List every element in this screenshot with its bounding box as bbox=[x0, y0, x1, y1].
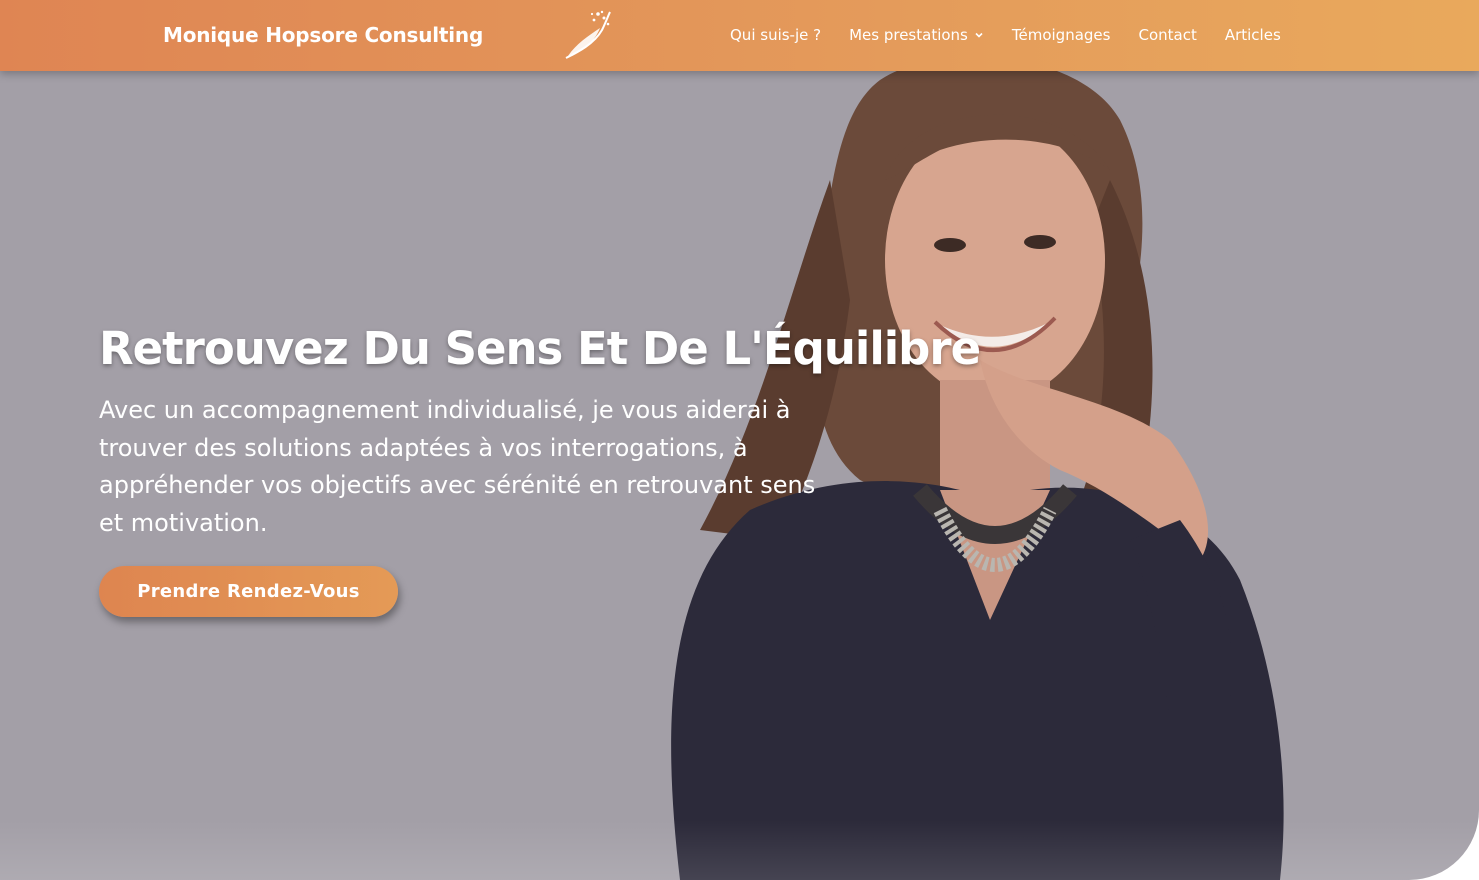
nav-item-qui-suis-je[interactable]: Qui suis-je ? bbox=[730, 26, 821, 44]
nav-item-articles[interactable]: Articles bbox=[1225, 26, 1281, 44]
nav-item-mes-prestations[interactable]: Mes prestations bbox=[849, 26, 984, 44]
hero-text: Avec un accompagnement individualisé, je… bbox=[99, 396, 816, 537]
nav-item-label: Témoignages bbox=[1011, 26, 1111, 44]
nav-item-label: Contact bbox=[1138, 26, 1197, 44]
feather-icon[interactable] bbox=[558, 8, 618, 62]
nav-item-label: Mes prestations bbox=[849, 26, 968, 44]
brand-link[interactable]: Monique Hopsore Consulting bbox=[163, 23, 483, 47]
page: Monique Hopsore Consulting Qui suis-je ?… bbox=[0, 0, 1479, 880]
nav-item-temoignages[interactable]: Témoignages bbox=[1012, 26, 1111, 44]
nav-item-label: Articles bbox=[1224, 26, 1281, 44]
hero-bottom-fade bbox=[0, 820, 1479, 880]
nav-item-contact[interactable]: Contact bbox=[1138, 26, 1196, 44]
site-header: Monique Hopsore Consulting Qui suis-je ?… bbox=[0, 0, 1479, 71]
hero-title: Retrouvez Du Sens Et De L'Équilibre bbox=[99, 322, 981, 375]
book-appointment-button[interactable]: Prendre Rendez-Vous bbox=[99, 566, 398, 617]
chevron-down-icon bbox=[975, 32, 983, 38]
nav-item-label: Qui suis-je ? bbox=[730, 26, 822, 44]
main-nav: Qui suis-je ? Mes prestations Témoignage… bbox=[730, 26, 1281, 44]
